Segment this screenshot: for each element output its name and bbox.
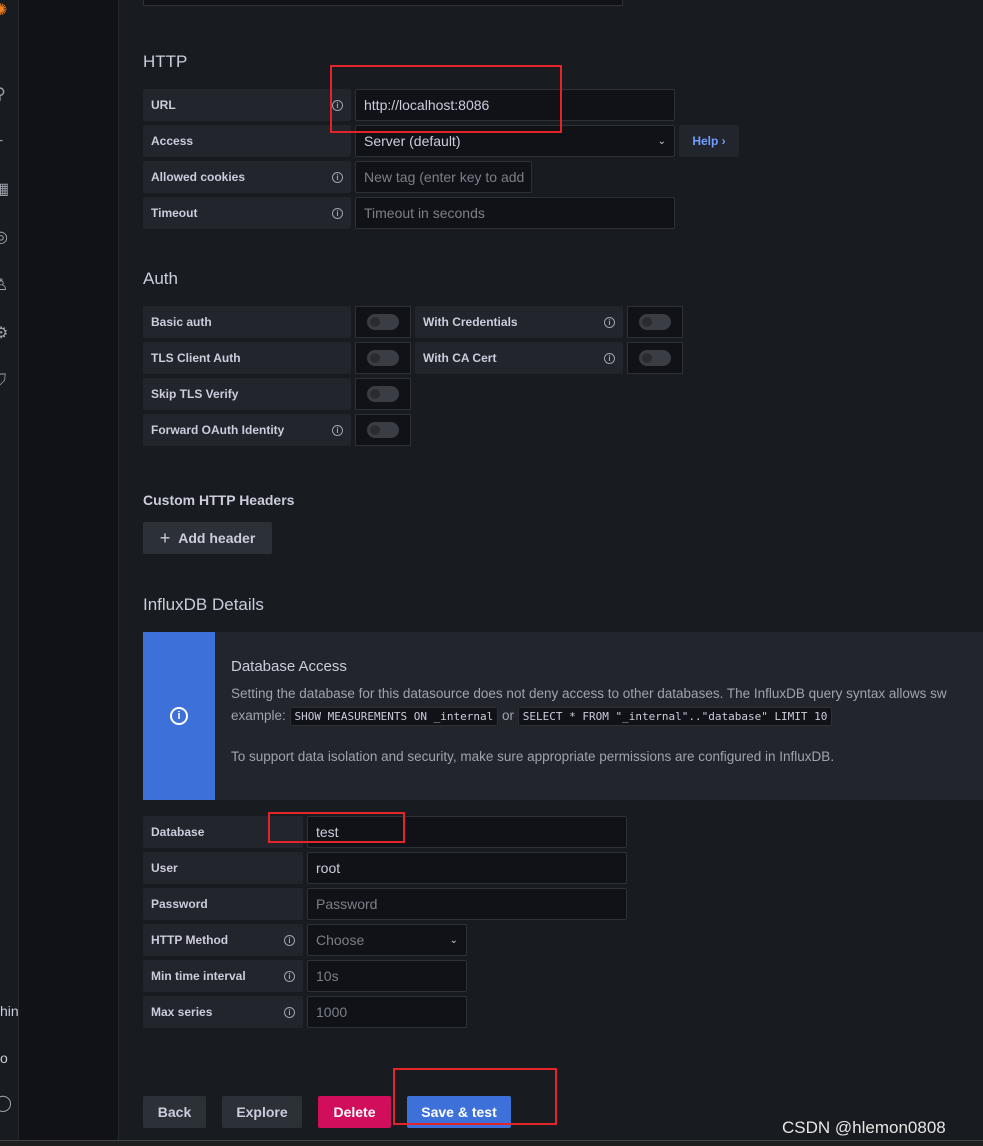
plus-icon[interactable]: + — [0, 134, 8, 150]
explore-button[interactable]: Explore — [222, 1096, 302, 1128]
url-label: URL i — [143, 89, 351, 121]
info-icon[interactable]: i — [284, 934, 295, 946]
info-icon[interactable]: i — [604, 352, 615, 364]
info-icon[interactable]: i — [284, 1006, 295, 1018]
skip-tls-toggle[interactable] — [355, 378, 411, 410]
annotation-box — [268, 812, 405, 843]
min-interval-label: Min time interval i — [143, 960, 303, 992]
user-input[interactable]: root — [307, 852, 627, 884]
info-icon[interactable]: i — [332, 207, 343, 219]
terminal-strip — [0, 1140, 983, 1146]
max-series-label: Max series i — [143, 996, 303, 1028]
code-snippet: SHOW MEASUREMENTS ON _internal — [289, 707, 499, 726]
auth-heading: Auth — [143, 269, 178, 288]
basic-auth-toggle[interactable] — [355, 306, 411, 338]
http-method-select[interactable]: Choose ⌄ — [307, 924, 467, 956]
side-panel — [19, 0, 119, 1140]
info-icon[interactable]: i — [332, 424, 343, 436]
with-credentials-label: With Credentials i — [415, 306, 623, 338]
label-text: Allowed cookies — [151, 170, 246, 184]
sidebar-fragment[interactable]: hin — [0, 1003, 19, 1019]
chevron-down-icon: ⌄ — [657, 135, 666, 147]
alert-text: To support data isolation and security, … — [231, 749, 835, 764]
code-snippet: SELECT * FROM "_internal".."database" LI… — [517, 707, 833, 726]
name-input[interactable] — [143, 0, 623, 6]
http-heading: HTTP — [143, 52, 188, 71]
grafana-logo-icon[interactable]: ✺ — [0, 3, 8, 19]
search-icon[interactable]: ⚲ — [0, 87, 8, 103]
tls-client-toggle[interactable] — [355, 342, 411, 374]
forward-oauth-label: Forward OAuth Identity i — [143, 414, 351, 446]
info-icon[interactable]: i — [604, 316, 615, 328]
alert-text: Setting the database for this datasource… — [231, 686, 947, 701]
database-access-alert: i Database Access Setting the database f… — [143, 632, 983, 800]
with-ca-label: With CA Cert i — [415, 342, 623, 374]
alert-text: example: — [231, 708, 286, 723]
basic-auth-label: Basic auth — [143, 306, 351, 338]
cookies-input[interactable]: New tag (enter key to add — [355, 161, 532, 193]
skip-tls-label: Skip TLS Verify — [143, 378, 351, 410]
shield-icon[interactable]: ⛉ — [0, 373, 8, 389]
max-series-input[interactable]: 1000 — [307, 996, 467, 1028]
plus-icon: + — [159, 527, 171, 548]
with-ca-toggle[interactable] — [627, 342, 683, 374]
sidebar-fragment[interactable]: o — [0, 1050, 8, 1066]
http-method-label: HTTP Method i — [143, 924, 303, 956]
back-button[interactable]: Back — [143, 1096, 206, 1128]
sidebar-nav: ✺ ⚲ + ▦ ◎ ♙ ⚙ ⛉ hin o ◯ — [0, 0, 19, 1140]
annotation-box — [330, 65, 562, 133]
explore-icon[interactable]: ◎ — [0, 230, 8, 246]
timeout-label: Timeout i — [143, 197, 351, 229]
influx-heading: InfluxDB Details — [143, 595, 264, 614]
custom-headers-heading: Custom HTTP Headers — [143, 492, 295, 508]
add-header-button[interactable]: + Add header — [143, 522, 272, 554]
password-label: Password — [143, 888, 303, 920]
tls-client-label: TLS Client Auth — [143, 342, 351, 374]
chevron-down-icon: ⌄ — [449, 934, 458, 946]
timeout-input[interactable]: Timeout in seconds — [355, 197, 675, 229]
annotation-box — [393, 1068, 557, 1125]
password-input[interactable]: Password — [307, 888, 627, 920]
label-text: URL — [151, 98, 176, 112]
access-label: Access — [143, 125, 351, 157]
help-icon[interactable]: ◯ — [0, 1096, 12, 1112]
user-label: User — [143, 852, 303, 884]
forward-oauth-toggle[interactable] — [355, 414, 411, 446]
cookies-label: Allowed cookies i — [143, 161, 351, 193]
info-icon[interactable]: i — [284, 970, 295, 982]
with-credentials-toggle[interactable] — [627, 306, 683, 338]
alert-title: Database Access — [231, 658, 347, 675]
access-value: Server (default) — [364, 133, 461, 149]
min-interval-input[interactable]: 10s — [307, 960, 467, 992]
dashboards-icon[interactable]: ▦ — [0, 182, 9, 198]
help-button[interactable]: Help › — [679, 125, 739, 157]
alerting-icon[interactable]: ♙ — [0, 278, 8, 294]
watermark: CSDN @hlemon0808 — [782, 1118, 946, 1137]
label-text: Timeout — [151, 206, 198, 220]
delete-button[interactable]: Delete — [318, 1096, 391, 1128]
gear-icon[interactable]: ⚙ — [0, 326, 8, 342]
info-icon: i — [170, 707, 188, 725]
alert-text: or — [502, 708, 515, 723]
info-icon[interactable]: i — [332, 171, 343, 183]
